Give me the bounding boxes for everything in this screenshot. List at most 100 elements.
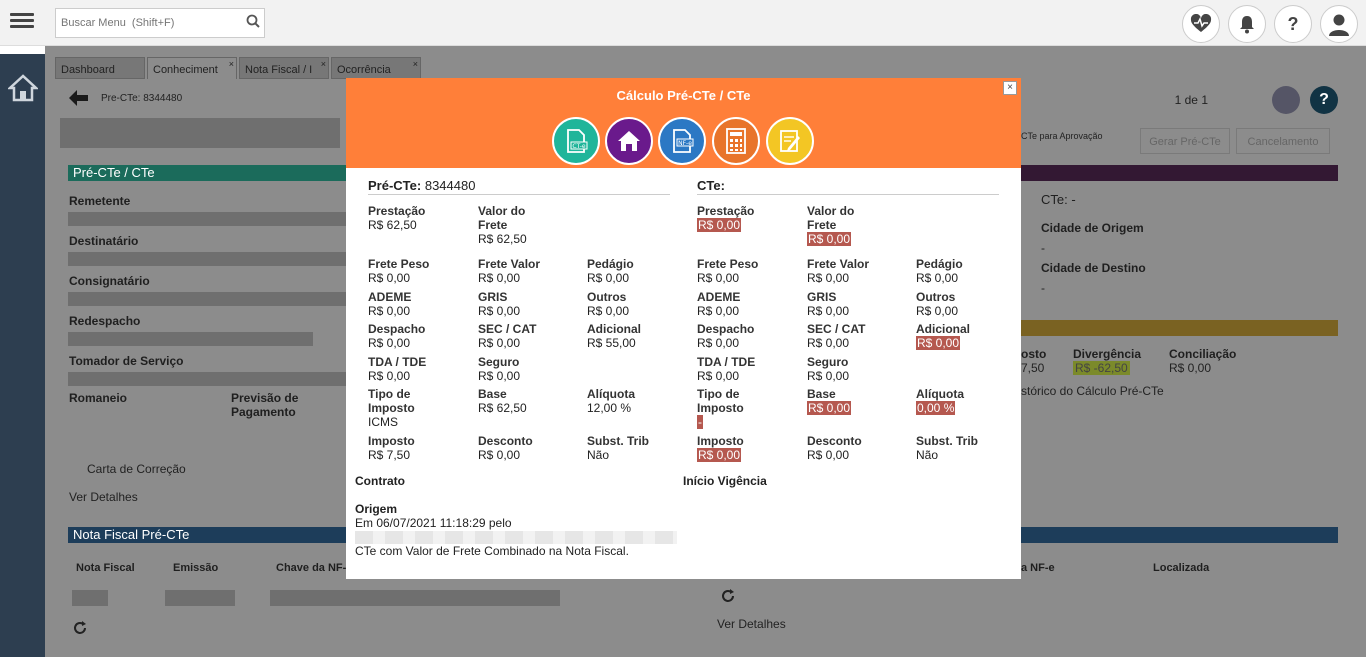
field-label: GRIS bbox=[807, 290, 837, 304]
blurred-username bbox=[355, 531, 677, 544]
field-value: R$ 0,00 bbox=[478, 448, 521, 462]
field-value: R$ 7,50 bbox=[368, 448, 411, 462]
field-label: Pedágio bbox=[916, 257, 963, 271]
cancelamento-button[interactable]: Cancelamento bbox=[1236, 128, 1330, 154]
field-label: Base bbox=[807, 387, 836, 401]
blurred-content bbox=[68, 372, 348, 386]
field-imposto: Imposto R$ 7,50 bbox=[368, 434, 473, 462]
field-desconto: Desconto R$ 0,00 bbox=[478, 434, 583, 462]
field-despacho: Despacho R$ 0,00 bbox=[368, 322, 473, 350]
tab-conhecimento[interactable]: Conheciment × bbox=[147, 57, 237, 79]
field-frete-valor: Frete Valor R$ 0,00 bbox=[807, 257, 912, 285]
carta-correcao-link[interactable]: Carta de Correção bbox=[87, 462, 186, 476]
field-tda-tde: TDA / TDE R$ 0,00 bbox=[697, 355, 802, 383]
field-value: R$ 0,00 bbox=[368, 304, 411, 318]
field-value: R$ 0,00 bbox=[807, 304, 850, 318]
nf-col-emissao: Emissão bbox=[173, 562, 219, 574]
nav-button[interactable] bbox=[1272, 86, 1300, 114]
field-label: Desconto bbox=[807, 434, 862, 448]
nfe-document-icon[interactable]: NF-e bbox=[658, 117, 706, 165]
help-icon[interactable]: ? bbox=[1274, 5, 1312, 43]
nf-col-nfe: a NF-e bbox=[1021, 562, 1055, 574]
field-ademe: ADEME R$ 0,00 bbox=[368, 290, 473, 318]
help-icon[interactable]: ? bbox=[1310, 86, 1338, 114]
field-value: R$ 62,50 bbox=[478, 401, 527, 415]
cidade-origem-label: Cidade de Origem bbox=[1041, 221, 1144, 235]
cancelamento-label: Cancelamento bbox=[1247, 136, 1319, 148]
close-tab-icon[interactable]: × bbox=[413, 58, 418, 76]
search-icon[interactable] bbox=[246, 14, 260, 28]
field-value: R$ 0,00 bbox=[916, 336, 961, 350]
field-value: Não bbox=[916, 448, 939, 462]
field-frete-peso: Frete Peso R$ 0,00 bbox=[368, 257, 473, 285]
search-input[interactable] bbox=[55, 8, 265, 38]
custo-value: 7,50 bbox=[1021, 361, 1045, 375]
hamburger-menu-icon[interactable] bbox=[10, 10, 34, 34]
field-value: R$ 0,00 bbox=[478, 369, 521, 383]
field-label: Imposto bbox=[697, 434, 744, 448]
calculator-icon[interactable] bbox=[712, 117, 760, 165]
field-label: TDA / TDE bbox=[697, 355, 756, 369]
close-tab-icon[interactable]: × bbox=[229, 58, 234, 76]
field-gris: GRIS R$ 0,00 bbox=[478, 290, 583, 318]
gerar-precte-button[interactable]: Gerar Pré-CTe bbox=[1140, 128, 1230, 154]
observacao-text: CTe com Valor de Frete Combinado na Nota… bbox=[355, 544, 629, 558]
bell-icon[interactable] bbox=[1228, 5, 1266, 43]
field-label: Desconto bbox=[478, 434, 533, 448]
divider bbox=[697, 194, 999, 195]
custo-label: osto bbox=[1021, 347, 1047, 361]
conciliacao-label: Conciliação bbox=[1169, 347, 1237, 361]
refresh-icon[interactable] bbox=[72, 620, 88, 636]
close-tab-icon[interactable]: × bbox=[321, 58, 326, 76]
conciliacao-value: R$ 0,00 bbox=[1169, 361, 1212, 375]
ver-detalhes-link[interactable]: Ver Detalhes bbox=[69, 490, 138, 504]
cte-label: CTe: bbox=[697, 178, 725, 193]
field-value: R$ 0,00 bbox=[478, 271, 521, 285]
blurred-content bbox=[165, 590, 235, 606]
field-frete-valor: Frete Valor R$ 0,00 bbox=[478, 257, 583, 285]
field-value: 12,00 % bbox=[587, 401, 632, 415]
notepad-edit-icon[interactable] bbox=[766, 117, 814, 165]
house-icon[interactable] bbox=[605, 117, 653, 165]
historico-link[interactable]: stórico do Cálculo Pré-CTe bbox=[1021, 384, 1164, 398]
field-tipo-de-imposto: Tipo de Imposto ICMS bbox=[368, 387, 473, 429]
inicio-vigencia-label: Início Vigência bbox=[683, 474, 767, 488]
field-label: Subst. Trib bbox=[587, 434, 650, 448]
cte-document-icon[interactable]: CT-e bbox=[552, 117, 600, 165]
field-ademe: ADEME R$ 0,00 bbox=[697, 290, 802, 318]
close-icon[interactable]: × bbox=[1003, 81, 1017, 95]
field-label: ADEME bbox=[368, 290, 412, 304]
contrato-label: Contrato bbox=[355, 474, 405, 488]
field-value: R$ 55,00 bbox=[587, 336, 636, 350]
field-label: Frete Peso bbox=[368, 257, 430, 271]
divider bbox=[368, 194, 670, 195]
field-ped-gio: Pedágio R$ 0,00 bbox=[916, 257, 1021, 285]
field-label: Valor do Frete bbox=[478, 204, 526, 232]
destinatario-label: Destinatário bbox=[69, 234, 139, 248]
refresh-icon[interactable] bbox=[720, 588, 736, 604]
ver-detalhes-link[interactable]: Ver Detalhes bbox=[717, 617, 786, 631]
tomador-label: Tomador de Serviço bbox=[69, 354, 184, 368]
field-subst-trib: Subst. Trib Não bbox=[916, 434, 1021, 462]
back-arrow-icon[interactable] bbox=[67, 89, 89, 107]
tab-nota-fiscal[interactable]: Nota Fiscal / I × bbox=[239, 57, 329, 79]
cte-label: CTe: - bbox=[1041, 192, 1076, 207]
field-valor-do-frete: Valor do Frete R$ 62,50 bbox=[478, 204, 583, 246]
field-value: R$ 0,00 bbox=[916, 304, 959, 318]
field-adicional: Adicional R$ 0,00 bbox=[916, 322, 1021, 350]
user-avatar-icon[interactable] bbox=[1320, 5, 1358, 43]
svg-text:CT-e: CT-e bbox=[572, 143, 585, 150]
field-al-quota: Alíquota 0,00 % bbox=[916, 387, 1021, 415]
field-value: R$ 0,00 bbox=[807, 336, 850, 350]
tab-dashboard[interactable]: Dashboard bbox=[55, 57, 145, 79]
aprovacao-label: CTe para Aprovação bbox=[1021, 131, 1103, 141]
field-label: SEC / CAT bbox=[478, 322, 537, 336]
tab-ocorrencia[interactable]: Ocorrência × bbox=[331, 57, 421, 79]
field-al-quota: Alíquota 12,00 % bbox=[587, 387, 692, 415]
home-icon[interactable] bbox=[8, 74, 38, 102]
origem-text: Em 06/07/2021 11:18:29 pelo bbox=[355, 516, 512, 530]
heart-pulse-icon[interactable] bbox=[1182, 5, 1220, 43]
field-label: Tipo de Imposto bbox=[368, 387, 415, 415]
precte-label: Pré-CTe: bbox=[368, 178, 422, 193]
field-value: R$ 0,00 bbox=[368, 369, 411, 383]
